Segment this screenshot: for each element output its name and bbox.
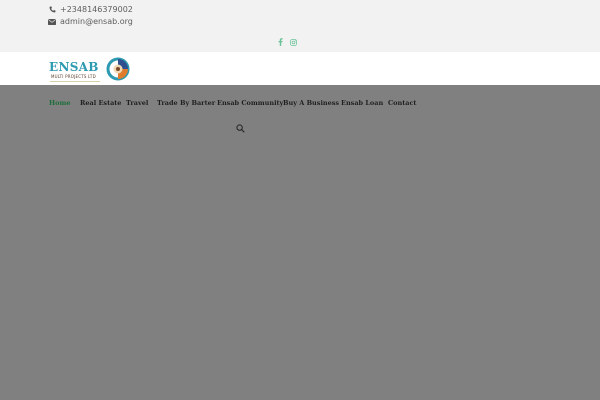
logo-mark-icon (106, 57, 130, 81)
site-logo[interactable]: ENSAB MULTI PROJECTS LTD (48, 55, 134, 83)
logo-name: ENSAB (49, 60, 99, 74)
nav-contact[interactable]: Contact (388, 99, 416, 107)
logo-subtitle: MULTI PROJECTS LTD (51, 74, 96, 79)
nav-ensab-community[interactable]: Ensab Community (217, 99, 283, 107)
phone-contact[interactable]: +2348146379002 (48, 4, 133, 15)
logo-divider (50, 81, 100, 82)
nav-buy-a-business[interactable]: Buy A Business (283, 99, 339, 107)
phone-number: +2348146379002 (60, 5, 133, 14)
logo-bar: ENSAB MULTI PROJECTS LTD (0, 52, 600, 85)
nav-trade-by-barter[interactable]: Trade By Barter (157, 99, 215, 107)
nav-ensab-loan[interactable]: Ensab Loan (341, 99, 383, 107)
nav-real-estate[interactable]: Real Estate (80, 99, 121, 107)
envelope-icon (48, 18, 56, 26)
nav-travel[interactable]: Travel (126, 99, 148, 107)
facebook-icon[interactable] (275, 37, 285, 47)
phone-icon (48, 6, 56, 14)
search-button[interactable] (235, 123, 245, 133)
top-contact-bar: +2348146379002 admin@ensab.org (0, 0, 600, 52)
nav-home[interactable]: Home (49, 99, 71, 107)
email-address: admin@ensab.org (60, 17, 133, 26)
search-icon (235, 123, 245, 133)
instagram-icon[interactable] (288, 37, 298, 47)
main-navigation: Home Real Estate Travel Trade By Barter … (0, 85, 600, 125)
email-contact[interactable]: admin@ensab.org (48, 16, 133, 27)
